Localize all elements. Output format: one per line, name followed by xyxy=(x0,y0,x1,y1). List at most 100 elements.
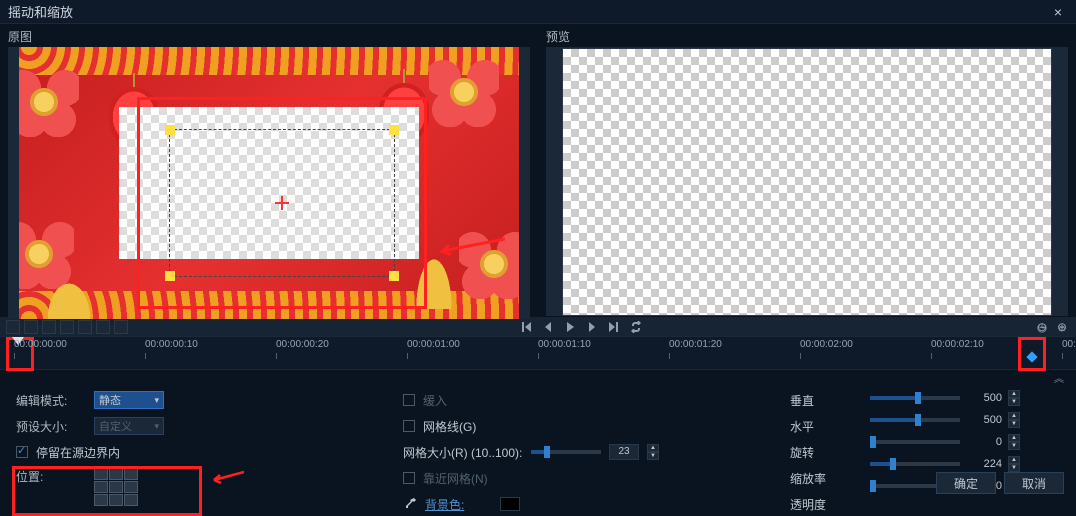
playback-bar: ◷ ☼ xyxy=(0,316,1076,336)
rotate-value: 0 xyxy=(966,436,1002,448)
annotation-arrow xyxy=(435,237,505,257)
ok-button[interactable]: 确定 xyxy=(936,472,996,494)
tick: 00:00:02:20 xyxy=(1062,339,1076,350)
horizontal-spinner[interactable]: ▲▼ xyxy=(1008,412,1020,428)
pos-bl[interactable] xyxy=(94,494,108,506)
viewer-panels: 原图 预览 xyxy=(0,24,1076,316)
stay-inside-checkbox[interactable] xyxy=(16,446,28,458)
tl-tool-3[interactable] xyxy=(42,320,56,334)
crop-handle-bl[interactable] xyxy=(165,271,175,281)
pos-tr[interactable] xyxy=(124,468,138,480)
crop-handle-tl[interactable] xyxy=(165,125,175,135)
tick: 00:00:00:20 xyxy=(276,339,329,350)
original-label: 原图 xyxy=(8,28,530,45)
eyedropper-icon[interactable] xyxy=(403,497,417,511)
timeline[interactable]: 00:00:00:00 00:00:00:10 00:00:00:20 00:00:0… xyxy=(0,336,1076,370)
edit-mode-select[interactable]: 静态 xyxy=(94,391,164,409)
crop-handle-tr[interactable] xyxy=(389,125,399,135)
tl-tool-7[interactable] xyxy=(114,320,128,334)
window-title: 摇动和缩放 xyxy=(8,2,1048,21)
vertical-value: 500 xyxy=(966,392,1002,404)
preview-panel: 预览 xyxy=(538,24,1076,316)
go-start-icon[interactable] xyxy=(518,320,534,334)
bgcolor-label[interactable]: 背景色: xyxy=(425,496,464,513)
original-panel: 原图 xyxy=(0,24,538,316)
preview-image xyxy=(562,48,1052,316)
scale-spinner[interactable]: ▲▼ xyxy=(1008,456,1020,472)
pos-mr[interactable] xyxy=(124,481,138,493)
gridlines-label: 网格线(G) xyxy=(423,418,476,435)
timeline-ruler[interactable]: 00:00:00:00 00:00:00:10 00:00:00:20 00:00:0… xyxy=(14,339,1062,369)
crop-handle-br[interactable] xyxy=(389,271,399,281)
annotation-arrow-2 xyxy=(208,470,244,484)
titlebar: 摇动和缩放 × xyxy=(0,0,1076,24)
go-end-icon[interactable] xyxy=(606,320,622,334)
scale-slider[interactable] xyxy=(870,462,960,466)
gridlines-checkbox[interactable] xyxy=(403,420,415,432)
pos-bc[interactable] xyxy=(109,494,123,506)
grid-size-spinner[interactable]: ▲▼ xyxy=(647,444,659,460)
snap-grid-checkbox[interactable] xyxy=(403,472,415,484)
snap-grid-label: 靠近网格(N) xyxy=(423,470,488,487)
position-label: 位置: xyxy=(16,468,86,485)
tick: 00:00:01:10 xyxy=(538,339,591,350)
original-viewer[interactable] xyxy=(8,47,530,319)
preset-size-select[interactable]: 自定义 xyxy=(94,417,164,435)
tick: 00:00:00:10 xyxy=(145,339,198,350)
prev-frame-icon[interactable] xyxy=(540,320,556,334)
ease-in-checkbox[interactable] xyxy=(403,394,415,406)
tl-tool-4[interactable] xyxy=(60,320,74,334)
tick: 00:00:01:00 xyxy=(407,339,460,350)
pos-br[interactable] xyxy=(124,494,138,506)
preview-label: 预览 xyxy=(546,28,1068,45)
tick: 00:00:02:00 xyxy=(800,339,853,350)
horizontal-slider[interactable] xyxy=(870,418,960,422)
expand-toggle[interactable]: ︽ xyxy=(0,370,1076,384)
horizontal-label: 水平 xyxy=(790,418,834,435)
pos-tl[interactable] xyxy=(94,468,108,480)
scale-label: 缩放率 xyxy=(790,470,834,487)
settings-col-2: 缓入 网格线(G) 网格大小(R) (10..100): 23 ▲▼ 靠近网格(… xyxy=(403,390,780,514)
ease-in-label: 缓入 xyxy=(423,392,447,409)
rotate-spinner[interactable]: ▲▼ xyxy=(1008,434,1020,450)
tick: 00:00:00:00 xyxy=(14,339,67,350)
rotate-label: 旋转 xyxy=(790,444,834,461)
tl-tool-6[interactable] xyxy=(96,320,110,334)
preset-size-label: 预设大小: xyxy=(16,418,86,435)
vertical-spinner[interactable]: ▲▼ xyxy=(1008,390,1020,406)
edit-mode-label: 编辑模式: xyxy=(16,392,86,409)
zoom-out-icon[interactable]: ⊖ xyxy=(1034,319,1050,335)
close-icon[interactable]: × xyxy=(1048,4,1068,20)
crop-frame[interactable] xyxy=(169,129,395,277)
tick: 00:00:02:10 xyxy=(931,339,984,350)
crosshair-icon xyxy=(275,196,289,210)
pos-tc[interactable] xyxy=(109,468,123,480)
rotate-slider[interactable] xyxy=(870,440,960,444)
cancel-button[interactable]: 取消 xyxy=(1004,472,1064,494)
annotation-red-right xyxy=(1018,337,1046,371)
vertical-label: 垂直 xyxy=(790,392,834,409)
tl-tool-5[interactable] xyxy=(78,320,92,334)
next-frame-icon[interactable] xyxy=(584,320,600,334)
zoom-in-icon[interactable]: ⊕ xyxy=(1054,319,1070,335)
tl-tool-2[interactable] xyxy=(24,320,38,334)
footer-buttons: 确定 取消 xyxy=(936,472,1064,494)
stay-inside-label: 停留在源边界内 xyxy=(36,444,120,461)
preview-viewer xyxy=(546,47,1068,316)
pos-ml[interactable] xyxy=(94,481,108,493)
play-icon[interactable] xyxy=(562,320,578,334)
bgcolor-swatch[interactable] xyxy=(500,497,520,511)
horizontal-value: 500 xyxy=(966,414,1002,426)
grid-size-value[interactable]: 23 xyxy=(609,444,639,460)
pos-mc[interactable] xyxy=(109,481,123,493)
grid-size-slider[interactable] xyxy=(531,450,601,454)
settings-area: 编辑模式: 静态 预设大小: 自定义 停留在源边界内 位置: 缓入 xyxy=(0,384,1076,514)
vertical-slider[interactable] xyxy=(870,396,960,400)
tl-tool-1[interactable] xyxy=(6,320,20,334)
source-image xyxy=(19,47,519,319)
position-grid[interactable] xyxy=(94,468,138,506)
scale-value: 224 xyxy=(966,458,1002,470)
tick: 00:00:01:20 xyxy=(669,339,722,350)
loop-icon[interactable] xyxy=(628,320,644,334)
opacity-label: 透明度 xyxy=(790,496,834,513)
